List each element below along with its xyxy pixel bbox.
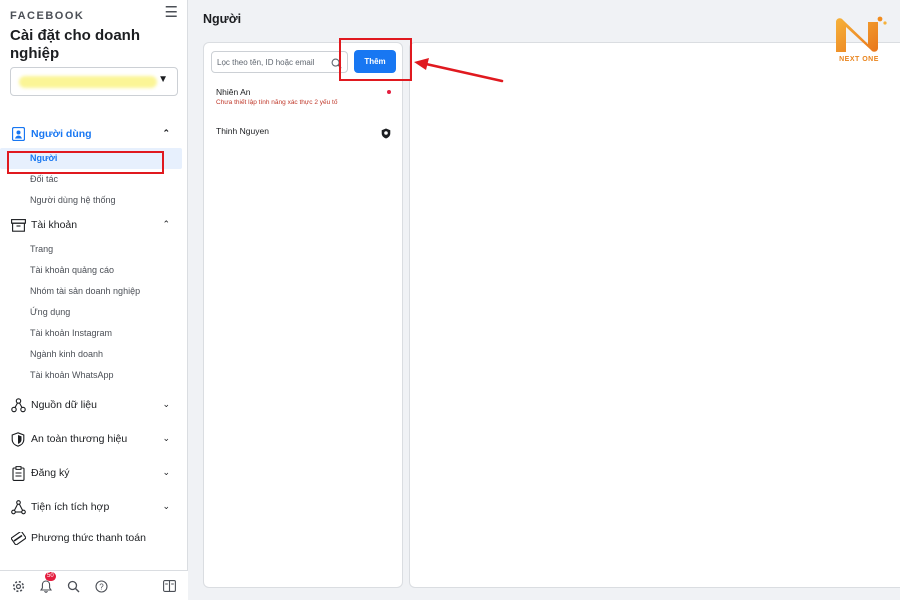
sidebar-nav: Người dùng ⌃ Người Đối tác Người dùng hệ… xyxy=(0,120,188,552)
sidebar-item-apps[interactable]: Ứng dụng xyxy=(0,302,188,323)
search-icon[interactable] xyxy=(65,578,81,594)
sidebar-section-brand-safety[interactable]: An toàn thương hiệu ⌄ xyxy=(0,422,188,456)
sidebar-item-whatsapp[interactable]: Tài khoản WhatsApp xyxy=(0,365,188,386)
panel-toggle-icon[interactable] xyxy=(161,578,177,594)
next-one-logo-mark-icon xyxy=(836,16,887,52)
section-label: Đăng ký xyxy=(31,467,70,479)
person-detail-panel xyxy=(409,42,900,588)
chevron-down-icon: ⌄ xyxy=(162,501,170,511)
section-label: Nguồn dữ liệu xyxy=(31,399,97,411)
caret-down-icon: ▼ xyxy=(158,74,168,85)
admin-shield-icon xyxy=(381,126,391,139)
sidebar-section-data-sources[interactable]: Nguồn dữ liệu ⌄ xyxy=(0,388,188,422)
section-label: Tài khoản xyxy=(31,219,78,231)
sidebar-item-system-users[interactable]: Người dùng hệ thống xyxy=(0,190,188,211)
people-list-panel: Thêm Nhiên An Chưa thiết lập tính năng x… xyxy=(203,42,403,588)
brand-row: FACEBOOK ☰ xyxy=(10,3,178,22)
chevron-up-icon: ⌃ xyxy=(162,128,170,138)
person-name: Thinh Nguyen xyxy=(216,126,269,136)
sidebar: FACEBOOK ☰ Cài đặt cho doanh nghiệp ▼ Ng… xyxy=(0,0,188,600)
sidebar-section-payment-methods[interactable]: Phương thức thanh toán xyxy=(0,524,188,552)
svg-text:?: ? xyxy=(99,582,104,591)
section-label: Tiện ích tích hợp xyxy=(31,501,110,513)
warning-dot-icon xyxy=(387,90,391,94)
highlight-add-button xyxy=(339,38,412,81)
list-item[interactable]: Nhiên An Chưa thiết lập tính năng xác th… xyxy=(216,87,391,106)
person-name: Nhiên An xyxy=(216,87,251,97)
users-icon xyxy=(10,126,26,142)
gear-icon[interactable] xyxy=(10,578,26,594)
sidebar-bottom-bar: 50 ? xyxy=(0,570,188,600)
list-item[interactable]: Thinh Nguyen xyxy=(216,126,391,139)
chevron-down-icon: ⌄ xyxy=(162,399,170,409)
section-label: Phương thức thanh toán xyxy=(31,532,146,544)
data-sources-icon xyxy=(10,397,26,413)
sidebar-section-integrations[interactable]: Tiện ích tích hợp ⌄ xyxy=(0,490,188,524)
logo-text: NEXT ONE xyxy=(839,56,879,63)
bell-icon[interactable]: 50 xyxy=(38,572,56,594)
box-icon xyxy=(10,217,26,233)
sidebar-section-accounts[interactable]: Tài khoản ⌃ xyxy=(0,211,188,239)
sidebar-item-pages[interactable]: Trang xyxy=(0,239,188,260)
sidebar-item-ad-accounts[interactable]: Tài khoản quảng cáo xyxy=(0,260,188,281)
sidebar-item-instagram[interactable]: Tài khoản Instagram xyxy=(0,323,188,344)
section-label: An toàn thương hiệu xyxy=(31,433,128,445)
two-factor-warning: Chưa thiết lập tính năng xác thực 2 yếu … xyxy=(216,99,338,106)
business-select[interactable]: ▼ xyxy=(10,67,178,96)
sidebar-section-registrations[interactable]: Đăng ký ⌄ xyxy=(0,456,188,490)
redacted-business-name xyxy=(19,76,157,88)
help-icon[interactable]: ? xyxy=(93,578,109,594)
business-title: Cài đặt cho doanh nghiệp xyxy=(10,27,141,62)
shield-icon xyxy=(10,431,26,447)
highlight-people-item xyxy=(7,151,164,174)
brand-logo: FACEBOOK xyxy=(10,10,85,22)
search-input[interactable] xyxy=(211,51,348,73)
notification-badge: 50 xyxy=(45,572,56,581)
sidebar-item-asset-groups[interactable]: Nhóm tài sản doanh nghiệp xyxy=(0,281,188,302)
sidebar-item-line-of-business[interactable]: Ngành kinh doanh xyxy=(0,344,188,365)
chevron-down-icon: ⌄ xyxy=(162,467,170,477)
section-label: Người dùng xyxy=(31,128,92,140)
page-title: Người xyxy=(203,12,242,26)
clipboard-icon xyxy=(10,465,26,481)
integrations-icon xyxy=(10,499,26,515)
sidebar-section-users[interactable]: Người dùng ⌃ xyxy=(0,120,188,148)
arrow-annotation-icon xyxy=(414,58,504,83)
next-one-logo: NEXT ONE xyxy=(826,14,892,70)
credit-card-icon xyxy=(10,530,26,546)
chevron-down-icon: ⌄ xyxy=(162,433,170,443)
menu-icon[interactable]: ☰ xyxy=(165,3,178,21)
chevron-up-icon: ⌃ xyxy=(162,219,170,229)
